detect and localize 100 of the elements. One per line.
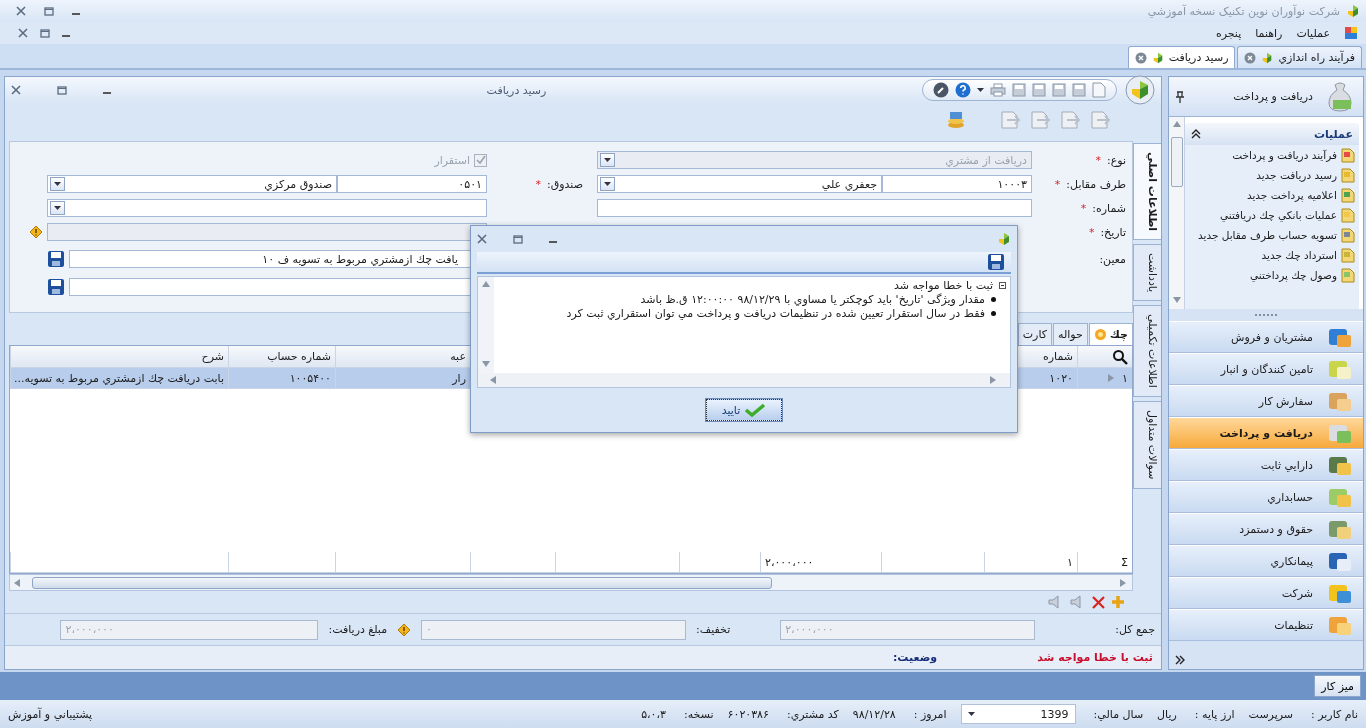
collapse-icon[interactable] xyxy=(1191,129,1201,139)
module-button[interactable]: حقوق و دستمزد xyxy=(1169,513,1363,545)
print-icon[interactable] xyxy=(990,83,1006,97)
arrow-icon[interactable] xyxy=(990,376,998,384)
table-cell: بابت دريافت چك ازمشتري مربوط به تسويه... xyxy=(10,368,228,389)
side-tab[interactable]: يادداشت xyxy=(1133,244,1161,302)
document-icon xyxy=(1341,147,1355,163)
document-tab[interactable]: فرآیند راه اندازي xyxy=(1237,46,1362,68)
close-icon[interactable] xyxy=(18,28,28,38)
side-tab[interactable]: اطلاعات تكميلي xyxy=(1133,305,1161,398)
horizontal-scrollbar[interactable] xyxy=(478,373,1010,387)
help-icon[interactable] xyxy=(955,82,971,98)
status-label: ارز پايه : xyxy=(1194,707,1235,721)
page-arrow-icon[interactable] xyxy=(1059,110,1081,130)
arrow-icon[interactable] xyxy=(482,281,490,289)
code-field[interactable]: ۱۰۰۰۳ xyxy=(882,175,1032,193)
page-icon[interactable] xyxy=(1092,82,1106,98)
task-link[interactable]: عمليات بانكي چك دريافتني xyxy=(1220,208,1337,222)
code-field[interactable]: ۰۵۰۱ xyxy=(337,175,487,193)
menu-item[interactable]: پنجره xyxy=(1215,26,1242,40)
module-button[interactable]: دريافت و پرداخت xyxy=(1169,417,1363,449)
arrow-icon[interactable] xyxy=(14,578,22,587)
amount-field: ۲،۰۰۰،۰۰۰ xyxy=(60,619,319,640)
task-link[interactable]: رسيد دريافت جديد xyxy=(1256,168,1337,182)
search-icon[interactable] xyxy=(1112,348,1128,365)
payment-tab[interactable]: حواله xyxy=(1053,323,1088,345)
close-icon[interactable] xyxy=(477,234,487,244)
ok-button[interactable]: تاييد xyxy=(706,399,782,421)
document-icon xyxy=(1341,187,1355,203)
side-tab[interactable]: اطلاعات اصلي xyxy=(1133,143,1161,241)
payment-tab[interactable]: كارت xyxy=(1017,323,1053,345)
wrench-icon[interactable] xyxy=(933,82,949,98)
page-arrow-icon[interactable] xyxy=(1029,110,1051,130)
payment-tab[interactable]: چك xyxy=(1088,323,1133,345)
horizontal-scrollbar[interactable] xyxy=(9,574,1133,591)
task-link[interactable]: فرآيند دريافت و پرداخت xyxy=(1232,148,1337,162)
restore-icon[interactable] xyxy=(44,6,54,16)
logo-icon xyxy=(1125,75,1155,105)
field-label: جمع كل: xyxy=(1115,623,1155,636)
status-label: وضعيت: xyxy=(892,651,938,664)
desktop-button[interactable]: ميز كار xyxy=(1314,675,1361,697)
restore-icon[interactable] xyxy=(513,234,523,244)
close-icon[interactable] xyxy=(11,85,21,95)
collapse-icon[interactable] xyxy=(999,282,1006,289)
module-button[interactable]: تنظيمات xyxy=(1169,609,1363,641)
dropdown-field[interactable] xyxy=(47,199,487,217)
cashbox-dropdown[interactable]: صندوق مركزي xyxy=(47,175,337,193)
required-mark: * xyxy=(535,177,541,191)
close-icon[interactable] xyxy=(16,6,26,16)
document-icon xyxy=(1341,167,1355,183)
page-arrow-icon[interactable] xyxy=(999,110,1021,130)
arrow-icon[interactable] xyxy=(1172,121,1181,129)
grip-icon[interactable] xyxy=(1254,313,1278,317)
task-link[interactable]: اعلاميه پرداخت جديد xyxy=(1246,188,1337,202)
year-dropdown[interactable]: 1399 xyxy=(960,704,1076,724)
save-icon[interactable] xyxy=(987,253,1005,271)
module-button[interactable]: حسابداري xyxy=(1169,481,1363,513)
menu-item[interactable]: عمليات xyxy=(1296,26,1330,40)
summary-cell: Σ xyxy=(1077,552,1132,573)
status-label: امروز : xyxy=(913,707,947,721)
status-label: سال مالي: xyxy=(1093,707,1144,721)
message-text: مقدار ويژگی 'تاريخ' بايد كوچكتر يا مساوي با ۹۸/۱۲/۲۹ ۱۲:۰۰:۰۰ ق.ظ باشد xyxy=(640,293,985,306)
close-icon[interactable] xyxy=(1134,51,1147,64)
expand-icon[interactable] xyxy=(1175,655,1185,665)
support-link[interactable]: پشتيباني و آموزش xyxy=(8,707,93,721)
side-tab[interactable]: سوالات متداول xyxy=(1133,401,1161,489)
save-icon[interactable] xyxy=(47,278,65,296)
page-arrow-icon[interactable] xyxy=(1089,110,1111,130)
module-button[interactable]: دارايي ثابت xyxy=(1169,449,1363,481)
menu-item[interactable]: راهنما xyxy=(1255,26,1283,40)
restore-icon[interactable] xyxy=(57,85,67,95)
number-field[interactable] xyxy=(597,199,1032,217)
close-icon[interactable] xyxy=(1244,51,1257,64)
restore-icon[interactable] xyxy=(40,28,50,38)
menu-icon[interactable] xyxy=(1344,26,1358,40)
task-link[interactable]: استرداد چك جديد xyxy=(1261,248,1337,262)
document-icon xyxy=(1341,227,1355,243)
module-button[interactable]: سفارش كار xyxy=(1169,385,1363,417)
pin-icon[interactable] xyxy=(1175,90,1185,103)
save-icon[interactable] xyxy=(47,250,65,268)
task-link[interactable]: تسويه حساب طرف مقابل جديد xyxy=(1197,228,1337,242)
summary-cell: ۱ xyxy=(984,552,1077,573)
coins-icon[interactable] xyxy=(945,110,967,130)
module-button[interactable]: تامين كنندگان و انبار xyxy=(1169,353,1363,385)
vertical-scrollbar[interactable] xyxy=(1169,117,1185,309)
arrow-icon[interactable] xyxy=(1120,578,1128,587)
document-tab[interactable]: رسيد دريافت xyxy=(1127,46,1236,68)
caret-icon xyxy=(604,158,611,162)
caret-icon xyxy=(54,182,61,186)
module-button[interactable]: مشتريان و فروش xyxy=(1169,321,1363,353)
module-button[interactable]: شركت xyxy=(1169,577,1363,609)
required-mark: * xyxy=(1054,177,1061,191)
vertical-scrollbar[interactable] xyxy=(478,277,494,373)
task-link[interactable]: وصول چك پرداختني xyxy=(1250,268,1337,282)
add-icon[interactable] xyxy=(1111,595,1125,609)
arrow-icon[interactable] xyxy=(1172,297,1181,305)
scrollbar-thumb[interactable] xyxy=(1170,137,1183,187)
delete-icon[interactable] xyxy=(1092,595,1105,609)
module-button[interactable]: پيمانكاري xyxy=(1169,545,1363,577)
counterparty-dropdown[interactable]: جعفري علي xyxy=(597,175,882,193)
